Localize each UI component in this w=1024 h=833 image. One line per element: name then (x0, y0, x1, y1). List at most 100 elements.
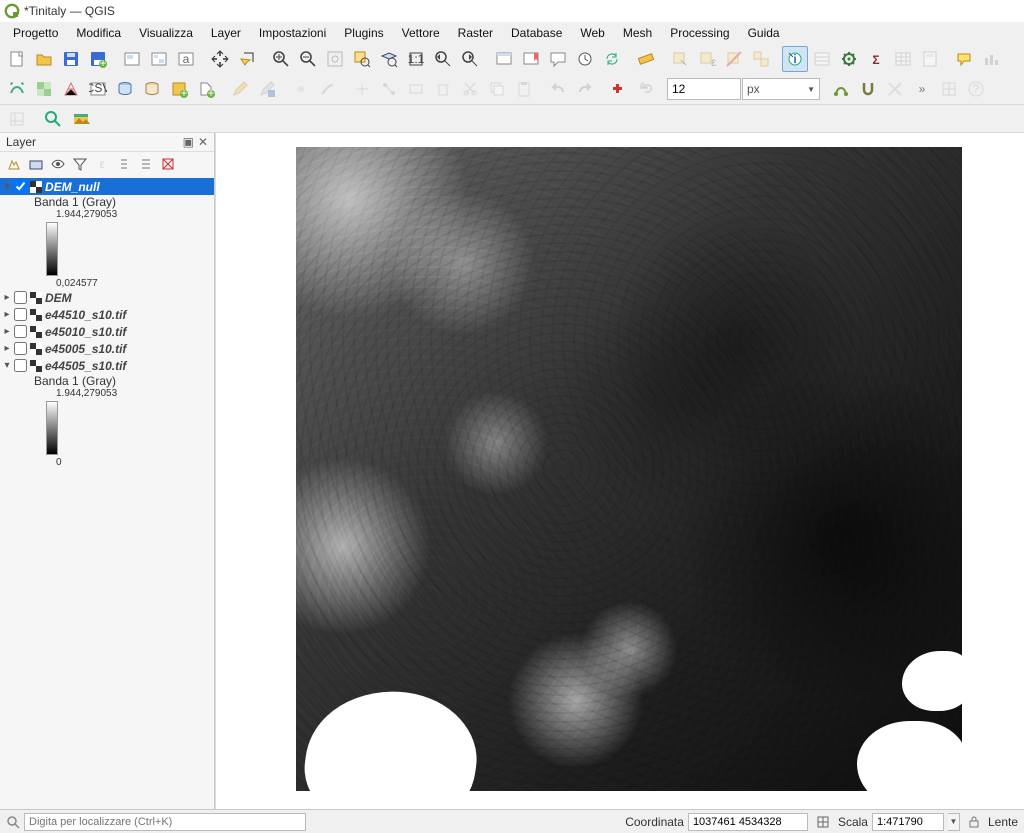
add-group-button[interactable] (26, 154, 46, 174)
zoom-next-button[interactable] (457, 46, 483, 72)
collapse-icon[interactable]: ▾ (2, 181, 12, 192)
zoom-layer-button[interactable] (376, 46, 402, 72)
temporal-button[interactable] (572, 46, 598, 72)
annotation-button[interactable] (545, 46, 571, 72)
expand-icon[interactable]: ▸ (2, 326, 12, 337)
new-geopackage-button[interactable]: + (166, 76, 192, 102)
menu-guida[interactable]: Guida (741, 24, 787, 42)
menu-layer[interactable]: Layer (204, 24, 248, 42)
measure-button[interactable] (633, 46, 659, 72)
layer-row[interactable]: ▸ e44510_s10.tif (0, 306, 214, 323)
add-delimited-button[interactable]: CSV (85, 76, 111, 102)
layer-checkbox[interactable] (14, 308, 27, 321)
new-bookmark-button[interactable] (518, 46, 544, 72)
lock-icon[interactable] (968, 816, 980, 828)
layer-checkbox[interactable] (14, 291, 27, 304)
menu-impostazioni[interactable]: Impostazioni (252, 24, 333, 42)
zoom-in-button[interactable] (268, 46, 294, 72)
scale-dropdown[interactable]: ▼ (948, 813, 960, 831)
layer-row[interactable]: ▾ DEM_null (0, 178, 214, 195)
collapse-all-button[interactable] (136, 154, 156, 174)
help-icon[interactable]: ? (963, 76, 989, 102)
menu-vettore[interactable]: Vettore (395, 24, 447, 42)
digitize-button[interactable] (315, 76, 341, 102)
save-as-button[interactable]: + (85, 46, 111, 72)
new-project-button[interactable] (4, 46, 30, 72)
unit-combo[interactable]: px▼ (742, 78, 820, 100)
menu-mesh[interactable]: Mesh (616, 24, 659, 42)
style-manager-button[interactable]: a (173, 46, 199, 72)
field-calc-button[interactable] (917, 46, 943, 72)
modify-attrs-button[interactable] (403, 76, 429, 102)
remove-layer-button[interactable] (158, 154, 178, 174)
diagram-button[interactable] (978, 46, 1004, 72)
expand-icon[interactable]: ▸ (2, 343, 12, 354)
menu-raster[interactable]: Raster (451, 24, 500, 42)
layer-row[interactable]: ▾ e44505_s10.tif (0, 357, 214, 374)
coordinate-input[interactable] (688, 813, 808, 831)
menu-visualizza[interactable]: Visualizza (132, 24, 200, 42)
add-feature-button[interactable] (288, 76, 314, 102)
filter-button[interactable] (70, 154, 90, 174)
new-shapefile-button[interactable]: + (193, 76, 219, 102)
add-virtual-button[interactable] (139, 76, 165, 102)
paste-button[interactable] (511, 76, 537, 102)
expand-icon[interactable]: ▸ (2, 309, 12, 320)
layer-row[interactable]: ▸ DEM (0, 289, 214, 306)
deselect-button[interactable] (721, 46, 747, 72)
menu-web[interactable]: Web (573, 24, 611, 42)
layer-row[interactable]: ▸ e45005_s10.tif (0, 340, 214, 357)
add-vector-button[interactable] (4, 76, 30, 102)
menu-modifica[interactable]: Modifica (69, 24, 128, 42)
add-pg-button[interactable] (112, 76, 138, 102)
scale-input[interactable] (872, 813, 944, 831)
plugin-manager-button[interactable] (606, 76, 632, 102)
snapping-button[interactable] (855, 76, 881, 102)
add-raster-button[interactable] (31, 76, 57, 102)
save-button[interactable] (58, 46, 84, 72)
topology-button[interactable] (828, 76, 854, 102)
quickmap-button[interactable] (68, 106, 94, 132)
more-button[interactable]: » (909, 76, 935, 102)
move-feature-button[interactable] (349, 76, 375, 102)
menu-progetto[interactable]: Progetto (6, 24, 65, 42)
font-size-input[interactable] (667, 78, 741, 100)
zoom-out-button[interactable] (295, 46, 321, 72)
add-mesh-button[interactable] (58, 76, 84, 102)
layer-checkbox[interactable] (14, 359, 27, 372)
processing-toolbox-button[interactable] (836, 46, 862, 72)
undock-icon[interactable]: ▣ (183, 135, 194, 149)
visibility-button[interactable] (48, 154, 68, 174)
refresh-button[interactable] (599, 46, 625, 72)
zoom-last-button[interactable] (430, 46, 456, 72)
table-button[interactable] (890, 46, 916, 72)
close-panel-icon[interactable]: ✕ (198, 135, 208, 149)
zoom-native-button[interactable]: 1:1 (403, 46, 429, 72)
layout-manager-button[interactable] (146, 46, 172, 72)
style-toggle-button[interactable] (4, 154, 24, 174)
select-value-button[interactable]: ε (694, 46, 720, 72)
collapse-icon[interactable]: ▾ (2, 360, 12, 371)
copy-button[interactable] (484, 76, 510, 102)
layer-checkbox[interactable] (14, 325, 27, 338)
menu-database[interactable]: Database (504, 24, 569, 42)
select-all-button[interactable] (748, 46, 774, 72)
expand-icon[interactable]: ▸ (2, 292, 12, 303)
layer-checkbox[interactable] (14, 342, 27, 355)
map-canvas[interactable] (296, 147, 962, 791)
statistics-button[interactable]: Σ (863, 46, 889, 72)
identify-button[interactable]: i (782, 46, 808, 72)
delete-selected-button[interactable] (430, 76, 456, 102)
select-features-button[interactable] (667, 46, 693, 72)
layer-checkbox[interactable] (14, 180, 27, 193)
pan-selection-button[interactable] (234, 46, 260, 72)
new-map-view-button[interactable] (491, 46, 517, 72)
redo-button[interactable] (572, 76, 598, 102)
pan-button[interactable] (207, 46, 233, 72)
save-edits-button[interactable] (254, 76, 280, 102)
new-layout-button[interactable] (119, 46, 145, 72)
menu-plugins[interactable]: Plugins (337, 24, 390, 42)
extent-icon[interactable] (816, 815, 830, 829)
expand-all-button[interactable] (114, 154, 134, 174)
menu-processing[interactable]: Processing (663, 24, 736, 42)
